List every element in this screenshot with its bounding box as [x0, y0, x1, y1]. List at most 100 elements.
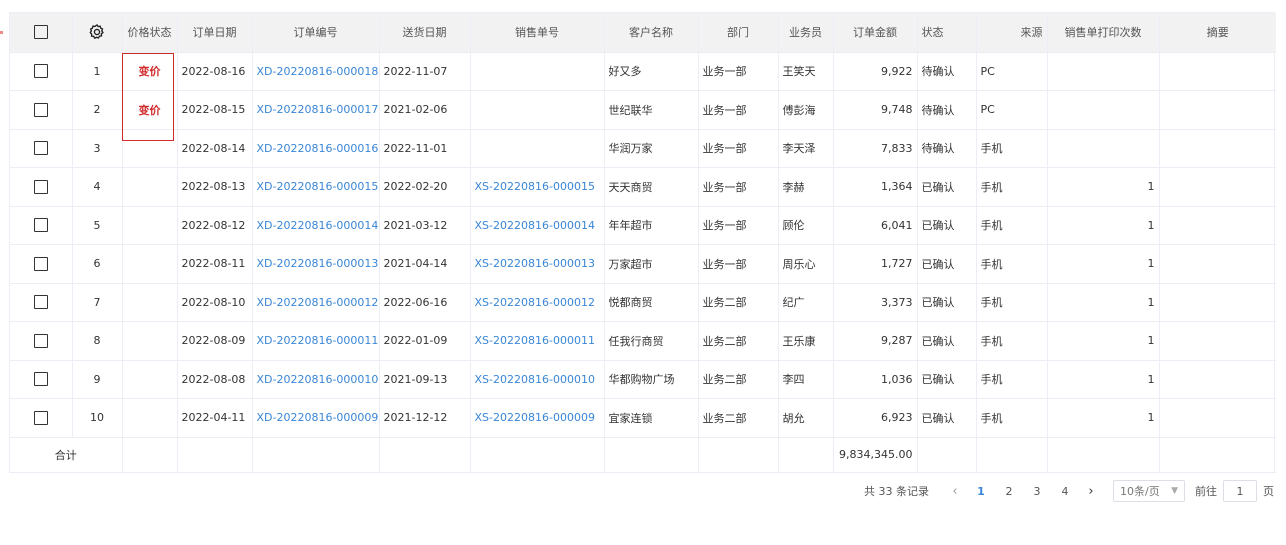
row-checkbox[interactable] [33, 256, 48, 271]
sales-no-link[interactable]: XS-20220816-000011 [470, 321, 605, 361]
header-order-date[interactable]: 订单日期 [177, 13, 253, 53]
row-checkbox[interactable] [33, 295, 48, 310]
header-dept[interactable]: 部门 [698, 13, 779, 53]
summary-cell [1159, 129, 1276, 168]
order-no-link[interactable]: XD-20220816-000017 [252, 90, 380, 130]
order-no-link[interactable]: XD-20220816-000015 [252, 167, 380, 207]
row-checkbox[interactable] [33, 102, 48, 117]
row-checkbox[interactable] [33, 218, 48, 233]
order-no-link[interactable]: XD-20220816-000018 [252, 52, 380, 91]
table-row[interactable]: 8 2022-08-09 XD-20220816-000011 2022-01-09 X… [10, 321, 1276, 361]
order-no-link[interactable]: XD-20220816-000013 [252, 244, 380, 284]
row-checkbox[interactable] [33, 410, 48, 425]
order-no-link[interactable]: XD-20220816-000010 [252, 360, 380, 399]
summary-cell [1159, 283, 1276, 322]
status-cell: 已确认 [917, 398, 977, 438]
prev-page-button[interactable]: ‹ [943, 484, 967, 499]
table-row[interactable]: 9 2022-08-08 XD-20220816-000010 2021-09-13 X… [10, 360, 1276, 399]
salesman-cell: 周乐心 [778, 244, 834, 284]
table-row[interactable]: 1 变价 2022-08-16 XD-20220816-000018 2022-11-0… [10, 52, 1276, 91]
table-row[interactable]: 10 2022-04-11 XD-20220816-000009 2021-12-12… [10, 398, 1276, 438]
sales-no-link[interactable]: XS-20220816-000015 [470, 167, 605, 207]
header-salesman[interactable]: 业务员 [778, 13, 834, 53]
print-count-cell: 1 [1047, 206, 1160, 245]
delivery-date-cell: 2022-01-09 [379, 321, 471, 361]
page-3-button[interactable]: 3 [1023, 485, 1051, 498]
source-cell: 手机 [976, 360, 1048, 399]
gear-icon[interactable] [88, 23, 106, 41]
table-header-row: 价格状态 订单日期 订单编号 送货日期 销售单号 客户名称 部门 业务员 订单金… [10, 13, 1276, 53]
order-date-cell: 2022-08-08 [177, 360, 253, 399]
status-cell: 已确认 [917, 244, 977, 284]
source-cell: 手机 [976, 283, 1048, 322]
delivery-date-cell: 2022-11-07 [379, 52, 471, 91]
header-summary[interactable]: 摘要 [1159, 13, 1276, 53]
sales-no-link[interactable]: XS-20220816-000009 [470, 398, 605, 438]
table-row[interactable]: 5 2022-08-12 XD-20220816-000014 2021-03-12 X… [10, 206, 1276, 245]
order-no-link[interactable]: XD-20220816-000009 [252, 398, 380, 438]
amount-cell: 9,287 [833, 321, 918, 361]
table-row[interactable]: 4 2022-08-13 XD-20220816-000015 2022-02-20 X… [10, 167, 1276, 207]
status-cell: 已确认 [917, 167, 977, 207]
orders-table: 价格状态 订单日期 订单编号 送货日期 销售单号 客户名称 部门 业务员 订单金… [9, 12, 1276, 473]
row-checkbox[interactable] [33, 141, 48, 156]
header-select-all-cell [10, 13, 73, 53]
delivery-date-cell: 2022-06-16 [379, 283, 471, 322]
row-checkbox[interactable] [33, 64, 48, 79]
header-sales-no[interactable]: 销售单号 [470, 13, 605, 53]
page-2-button[interactable]: 2 [995, 485, 1023, 498]
header-price-status[interactable]: 价格状态 [122, 13, 178, 53]
next-page-button[interactable]: › [1079, 484, 1103, 499]
page-4-button[interactable]: 4 [1051, 485, 1079, 498]
row-checkbox[interactable] [33, 372, 48, 387]
sales-no-link[interactable]: XS-20220816-000014 [470, 206, 605, 245]
header-print-count[interactable]: 销售单打印次数 [1047, 13, 1160, 53]
chevron-down-icon: ▼ [1171, 486, 1178, 496]
summary-cell [1159, 167, 1276, 207]
order-no-link[interactable]: XD-20220816-000016 [252, 129, 380, 168]
jump-suffix: 页 [1263, 485, 1274, 498]
sales-no-link[interactable]: XS-20220816-000013 [470, 244, 605, 284]
row-index: 6 [72, 244, 123, 284]
table-row[interactable]: 7 2022-08-10 XD-20220816-000012 2022-06-16 X… [10, 283, 1276, 322]
sales-no-link[interactable]: XS-20220816-000012 [470, 283, 605, 322]
delivery-date-cell: 2021-09-13 [379, 360, 471, 399]
dept-cell: 业务一部 [698, 129, 779, 168]
header-order-no[interactable]: 订单编号 [252, 13, 380, 53]
page-size-select[interactable]: 10条/页 ▼ [1113, 480, 1185, 502]
price-status-cell: 变价 [122, 52, 178, 91]
row-checkbox[interactable] [33, 179, 48, 194]
header-delivery-date[interactable]: 送货日期 [379, 13, 471, 53]
source-cell: PC [976, 52, 1048, 91]
source-cell: 手机 [976, 206, 1048, 245]
amount-cell: 9,748 [833, 90, 918, 130]
print-count-cell: 1 [1047, 244, 1160, 284]
header-status[interactable]: 状态 [917, 13, 977, 53]
price-status-cell [122, 167, 178, 207]
header-amount[interactable]: 订单金额 [833, 13, 918, 53]
select-all-checkbox[interactable] [33, 25, 48, 40]
order-no-link[interactable]: XD-20220816-000011 [252, 321, 380, 361]
jump-prefix: 前往 [1195, 485, 1217, 498]
sales-no-link[interactable]: XS-20220816-000010 [470, 360, 605, 399]
order-no-link[interactable]: XD-20220816-000012 [252, 283, 380, 322]
sales-no-link [470, 90, 605, 130]
delivery-date-cell: 2021-03-12 [379, 206, 471, 245]
row-index: 10 [72, 398, 123, 438]
header-customer[interactable]: 客户名称 [604, 13, 699, 53]
amount-cell: 1,036 [833, 360, 918, 399]
dept-cell: 业务二部 [698, 360, 779, 399]
header-source[interactable]: 来源 [976, 13, 1048, 53]
table-row[interactable]: 2 变价 2022-08-15 XD-20220816-000017 2021-02-0… [10, 90, 1276, 130]
status-cell: 待确认 [917, 129, 977, 168]
jump-page-input[interactable] [1223, 480, 1257, 502]
page-1-button[interactable]: 1 [967, 485, 995, 498]
table-row[interactable]: 6 2022-08-11 XD-20220816-000013 2021-04-14 X… [10, 244, 1276, 284]
order-no-link[interactable]: XD-20220816-000014 [252, 206, 380, 245]
row-index: 7 [72, 283, 123, 322]
table-row[interactable]: 3 2022-08-14 XD-20220816-000016 2022-11-01 华… [10, 129, 1276, 168]
row-checkbox[interactable] [33, 333, 48, 348]
amount-cell: 3,373 [833, 283, 918, 322]
sales-no-link [470, 52, 605, 91]
customer-cell: 万家超市 [604, 244, 699, 284]
